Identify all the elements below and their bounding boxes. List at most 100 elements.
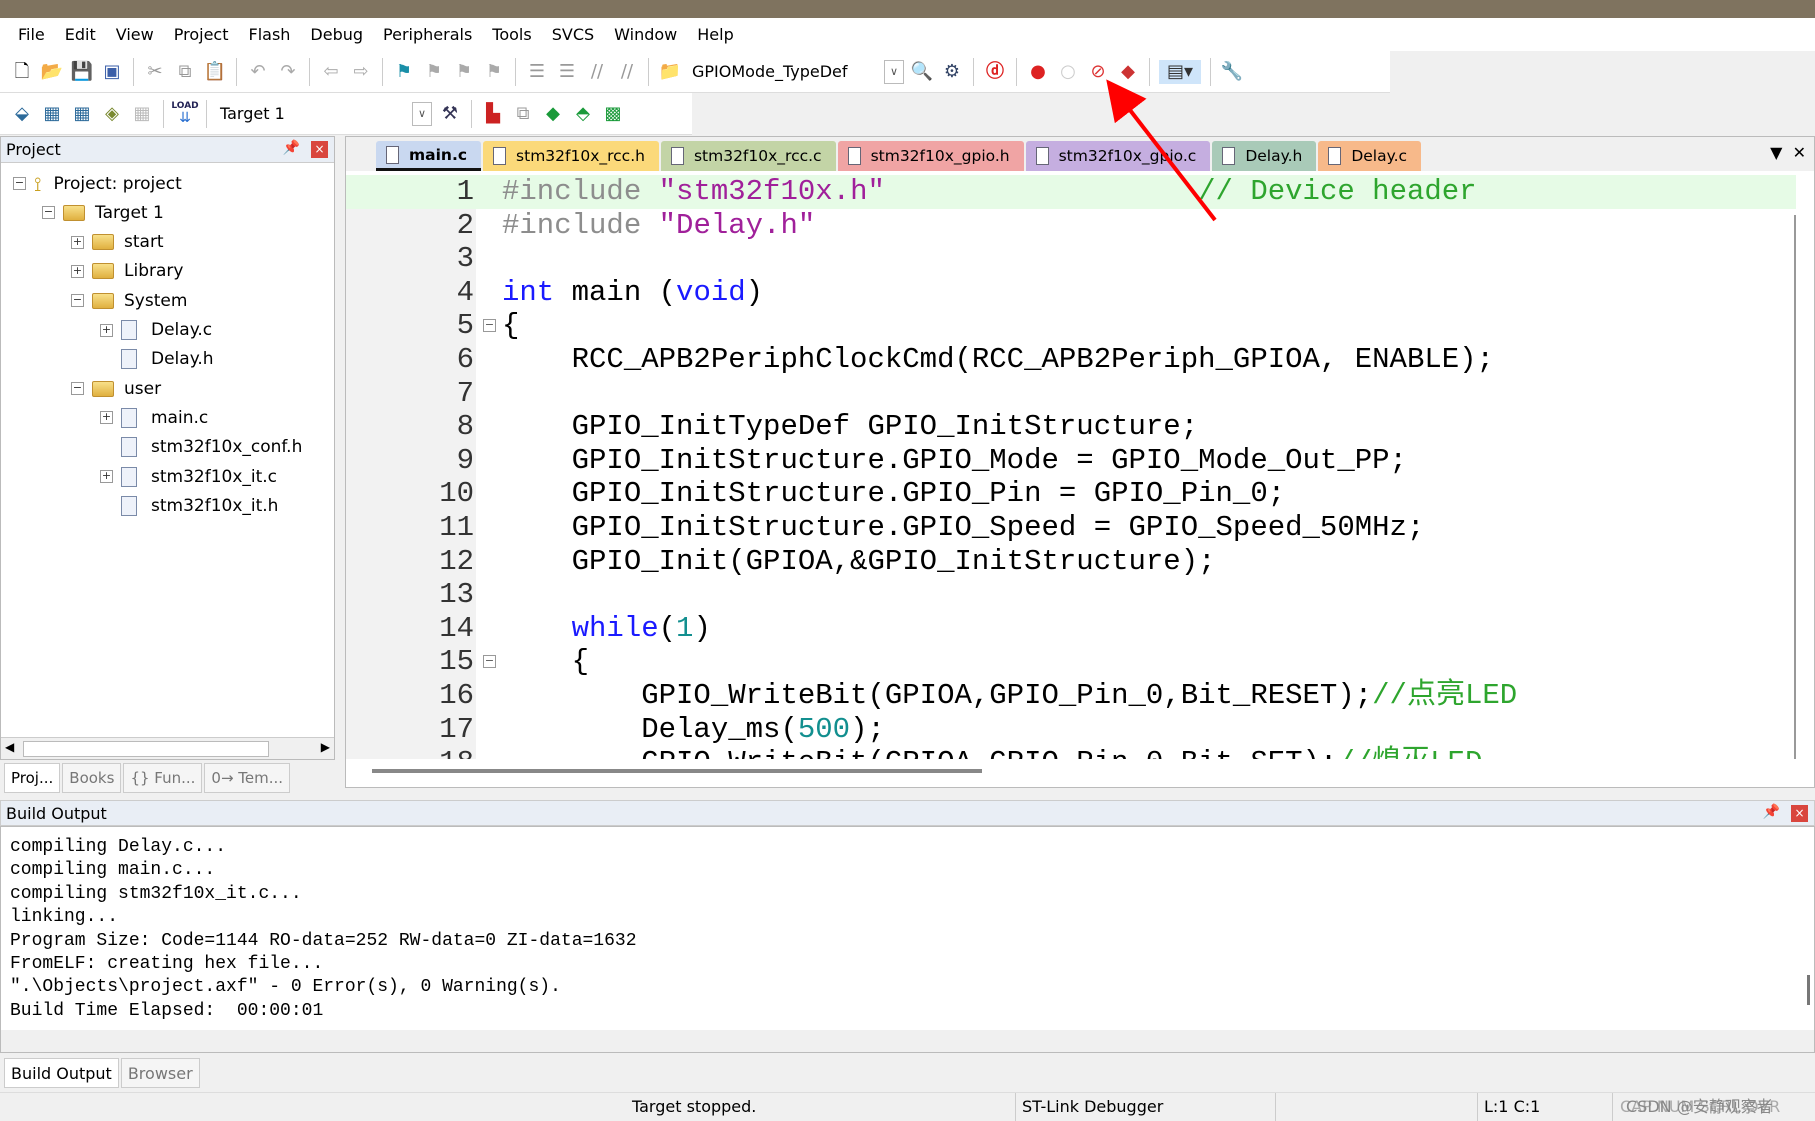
project-hscrollbar[interactable]: ◀ ▶ [1, 737, 334, 759]
tree-item[interactable]: − Target 1 [42, 198, 164, 227]
nav-back-icon[interactable]: ⇦ [319, 60, 343, 84]
target-combo-dropdown[interactable]: ∨ [412, 101, 432, 126]
tree-item[interactable]: − ⟟ Project: project [13, 169, 182, 198]
tree-item[interactable]: + start [71, 228, 164, 257]
output-hscrollbar[interactable] [1, 1030, 1814, 1052]
editor-tab[interactable]: Delay.c [1318, 141, 1422, 171]
window-layout-icon[interactable]: ▤▾ [1159, 59, 1201, 84]
tree-item[interactable]: + Library [71, 257, 183, 286]
panel-tab[interactable]: Books [62, 763, 122, 793]
code-area[interactable]: 1 #include "stm32f10x.h" // Device header… [346, 175, 1796, 759]
close-panel-icon[interactable]: × [1791, 805, 1808, 822]
debug-session-icon[interactable]: ⓓ [983, 60, 1007, 84]
unindent-icon[interactable]: ☰ [555, 60, 579, 84]
scroll-right-icon[interactable]: ▶ [321, 740, 330, 754]
menu-help[interactable]: Help [687, 25, 743, 44]
expand-icon[interactable]: + [71, 235, 84, 249]
tree-item[interactable]: − System [71, 286, 187, 315]
disable-all-breakpoints-icon[interactable]: ⊘ [1086, 60, 1110, 84]
find-combo-dropdown[interactable]: ∨ [884, 59, 904, 84]
tree-item[interactable]: + Delay.c [100, 316, 212, 345]
editor-tab[interactable]: stm32f10x_rcc.c [660, 141, 836, 171]
output-tab[interactable]: Build Output [4, 1058, 119, 1088]
panel-tab[interactable]: 0→ Tem... [204, 763, 291, 793]
manage-run-time-icon[interactable]: ▩ [601, 102, 625, 126]
select-software-packs-icon[interactable]: ⬘ [571, 102, 595, 126]
redo-icon[interactable]: ↷ [276, 60, 300, 84]
pin-icon[interactable]: 📌 [283, 140, 300, 156]
incremental-find-icon[interactable]: ⚙ [940, 60, 964, 84]
collapse-icon[interactable]: − [71, 294, 84, 308]
pin-icon[interactable]: 📌 [1763, 804, 1780, 820]
expand-icon[interactable]: + [71, 264, 84, 278]
editor-tab[interactable]: stm32f10x_gpio.c [1025, 141, 1211, 171]
tree-item[interactable]: Delay.h [100, 345, 214, 374]
stop-build-icon[interactable]: ▦ [130, 102, 154, 126]
find-icon[interactable]: 🔍 [910, 60, 934, 84]
comment-icon[interactable]: // [585, 60, 609, 84]
manage-components-icon[interactable]: ▙ [481, 102, 505, 126]
menu-tools[interactable]: Tools [482, 25, 541, 44]
horizontal-scrollbar[interactable] [372, 769, 982, 773]
expand-icon[interactable]: + [100, 411, 113, 425]
configure-icon[interactable]: 🔧 [1220, 60, 1244, 84]
tree-item[interactable]: − user [71, 374, 161, 403]
download-icon[interactable]: LOAD ⇊ [171, 102, 198, 126]
expand-icon[interactable]: + [100, 323, 113, 337]
bookmark-icon[interactable]: ⚑ [392, 60, 416, 84]
output-vscrollbar[interactable] [1807, 975, 1810, 1005]
tree-item[interactable]: + main.c [100, 403, 208, 432]
editor-tab[interactable]: Delay.h [1212, 141, 1317, 171]
fold-icon[interactable]: − [483, 655, 496, 669]
find-in-files-icon[interactable]: 📁 [658, 60, 682, 84]
editor-tab[interactable]: main.c [376, 141, 482, 171]
open-icon[interactable]: 📂 [40, 60, 64, 84]
panel-tab[interactable]: {} Fun... [123, 763, 203, 793]
panel-tab[interactable]: Proj... [4, 763, 61, 793]
target-options-icon[interactable]: ⚒ [438, 102, 462, 126]
cut-icon[interactable]: ✂ [143, 60, 167, 84]
tab-controls[interactable]: ▼ ✕ [1770, 143, 1806, 162]
kill-breakpoints-icon[interactable]: ◆ [1116, 60, 1140, 84]
menu-debug[interactable]: Debug [300, 25, 373, 44]
menu-file[interactable]: File [8, 25, 55, 44]
build-output-text[interactable]: compiling Delay.c... compiling main.c... c… [0, 826, 1815, 1053]
undo-icon[interactable]: ↶ [246, 60, 270, 84]
disable-breakpoint-icon[interactable]: ○ [1056, 60, 1080, 84]
bookmark-next-icon[interactable]: ⚑ [452, 60, 476, 84]
menu-project[interactable]: Project [164, 25, 239, 44]
find-combo[interactable]: GPIOMode_TypeDef [688, 58, 878, 86]
paste-icon[interactable]: 📋 [203, 60, 227, 84]
output-tab[interactable]: Browser [120, 1058, 200, 1088]
pack-installer-icon[interactable]: ◆ [541, 102, 565, 126]
menu-flash[interactable]: Flash [238, 25, 300, 44]
scroll-thumb[interactable] [23, 741, 269, 757]
menu-svcs[interactable]: SVCS [542, 25, 604, 44]
copy-icon[interactable]: ⧉ [173, 60, 197, 84]
batch-build-icon[interactable]: ◈ [100, 102, 124, 126]
tree-item[interactable]: stm32f10x_it.h [100, 491, 278, 520]
editor-tab[interactable]: stm32f10x_gpio.h [837, 141, 1024, 171]
uncomment-icon[interactable]: // [615, 60, 639, 84]
build-icon[interactable]: ▦ [40, 102, 64, 126]
bookmark-prev-icon[interactable]: ⚑ [422, 60, 446, 84]
collapse-icon[interactable]: − [42, 206, 55, 220]
editor-tab[interactable]: stm32f10x_rcc.h [483, 141, 659, 171]
menu-peripherals[interactable]: Peripherals [373, 25, 482, 44]
nav-forward-icon[interactable]: ⇨ [349, 60, 373, 84]
fold-icon[interactable]: − [483, 319, 496, 333]
target-combo[interactable]: Target 1 [216, 100, 406, 128]
close-panel-icon[interactable]: × [311, 141, 328, 158]
expand-icon[interactable]: + [100, 470, 113, 483]
collapse-icon[interactable]: − [13, 177, 26, 190]
rebuild-icon[interactable]: ▦ [70, 102, 94, 126]
save-icon[interactable]: 💾 [70, 60, 94, 84]
tree-item[interactable]: stm32f10x_conf.h [100, 433, 302, 462]
scroll-left-icon[interactable]: ◀ [5, 740, 14, 754]
file-extensions-icon[interactable]: ⧉ [511, 102, 535, 126]
translate-icon[interactable]: ⬙ [10, 102, 34, 126]
tree-item[interactable]: + stm32f10x_it.c [100, 462, 277, 491]
bookmark-clear-icon[interactable]: ⚑ [482, 60, 506, 84]
save-all-icon[interactable]: ▣ [100, 60, 124, 84]
menu-edit[interactable]: Edit [55, 25, 106, 44]
